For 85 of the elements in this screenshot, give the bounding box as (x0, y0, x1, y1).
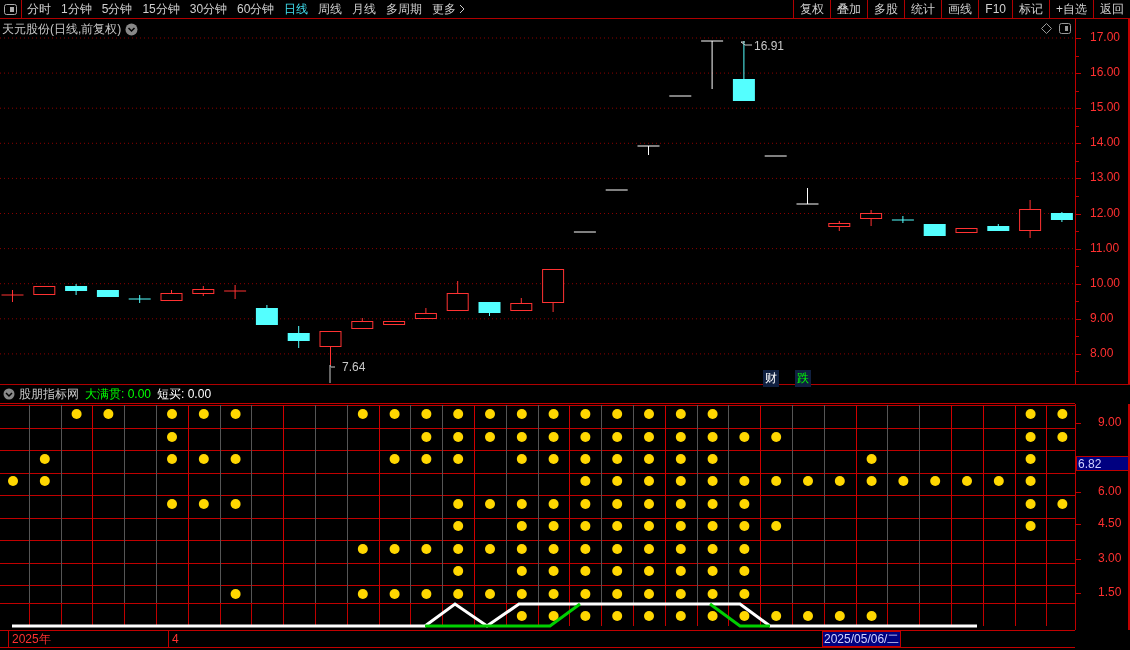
candle (223, 284, 247, 300)
axis-tick-label: 15.00 (1090, 100, 1121, 115)
candle (96, 289, 119, 298)
leader-line (329, 364, 336, 384)
period-tab[interactable]: 多周期 (381, 0, 428, 18)
price-label: 7.64 (342, 360, 366, 374)
diamond-icon[interactable] (1041, 23, 1052, 34)
candle (478, 301, 501, 317)
panel-toggle-icon[interactable] (4, 3, 17, 15)
period-tab[interactable]: 30分钟 (184, 0, 233, 18)
candle (255, 304, 278, 326)
candle (955, 227, 978, 234)
dropdown-icon[interactable] (125, 23, 139, 36)
period-tab[interactable]: 1分钟 (56, 0, 97, 18)
period-tab[interactable]: 日线 (279, 0, 314, 18)
candle (700, 40, 724, 90)
period-tab[interactable]: 60分钟 (232, 0, 280, 18)
event-marker[interactable]: 跌 (795, 370, 811, 387)
candle (65, 283, 88, 296)
candle (128, 294, 152, 304)
candle (891, 215, 915, 224)
dropdown-icon[interactable] (3, 388, 15, 400)
candle (446, 280, 469, 312)
toolbar-button[interactable]: 标记 (1012, 0, 1049, 18)
axis-tick-label: 13.00 (1090, 170, 1121, 185)
axis-tick-label: 3.00 (1098, 551, 1122, 565)
candle (860, 209, 883, 227)
axis-tick-label: 4.50 (1098, 516, 1122, 530)
candle (542, 268, 565, 313)
candle (796, 187, 819, 205)
axis-tick-label: 6.00 (1098, 484, 1122, 498)
current-value-label: 6.82 (1076, 456, 1129, 471)
toolbar-button[interactable]: 统计 (904, 0, 942, 18)
event-marker[interactable]: 财 (763, 370, 779, 387)
candle (732, 40, 755, 101)
price-label: 16.91 (754, 39, 785, 53)
toolbar-button[interactable]: 多股 (867, 0, 905, 18)
axis-tick-label: 8.00 (1090, 345, 1114, 360)
chevron-right-icon (459, 4, 467, 14)
period-tab[interactable]: 5分钟 (96, 0, 138, 18)
toolbar-button[interactable]: 复权 (793, 0, 831, 18)
time-label: 4 (172, 632, 179, 646)
panel-toggle-icon[interactable] (1059, 23, 1071, 34)
candle (923, 223, 946, 237)
axis-tick-label: 12.00 (1090, 205, 1121, 220)
candle (33, 285, 56, 296)
time-label: 2025年 (12, 632, 51, 646)
leader-line (740, 41, 753, 46)
candle (414, 307, 437, 320)
candle (192, 285, 215, 297)
candle (287, 325, 310, 349)
indicator-value: 短买: 0.00 (157, 385, 212, 403)
toolbar-button[interactable]: 返回 (1093, 0, 1130, 18)
candle (383, 320, 406, 326)
axis-tick-label: 1.50 (1098, 585, 1122, 599)
toolbar-button[interactable]: 画线 (941, 0, 979, 18)
period-tab[interactable]: 周线 (313, 0, 348, 18)
candle (510, 297, 533, 312)
candle (351, 317, 374, 330)
axis-tick-label: 16.00 (1090, 65, 1121, 80)
toolbar-button[interactable]: 叠加 (830, 0, 868, 18)
candle (1019, 199, 1042, 239)
candle (1050, 211, 1073, 223)
period-tab[interactable]: 更多 (427, 0, 472, 18)
toolbar-button[interactable]: F10 (978, 0, 1012, 18)
axis-tick-label: 9.00 (1090, 310, 1114, 325)
chart-title: 天元股份(日线,前复权) (2, 21, 122, 38)
axis-tick-label: 10.00 (1090, 275, 1121, 290)
axis-tick-label: 17.00 (1090, 30, 1121, 44)
toolbar-button[interactable]: +自选 (1049, 0, 1093, 18)
candle (1, 289, 24, 303)
candle (319, 330, 342, 366)
axis-tick-label: 9.00 (1098, 415, 1122, 429)
axis-tick-label: 14.00 (1090, 135, 1121, 150)
period-tab[interactable]: 月线 (347, 0, 382, 18)
candle (160, 289, 183, 302)
axis-tick-label: 11.00 (1090, 240, 1120, 255)
indicator-value: 大满贯: 0.00 (85, 385, 152, 403)
candle (637, 145, 660, 156)
candle (828, 220, 851, 232)
period-tab[interactable]: 分时 (22, 0, 56, 18)
indicator-name: 股朋指标网 (19, 385, 79, 403)
period-tab[interactable]: 15分钟 (137, 0, 185, 18)
candle (987, 223, 1010, 232)
cursor-date-label: 2025/05/06/二 (822, 631, 902, 647)
